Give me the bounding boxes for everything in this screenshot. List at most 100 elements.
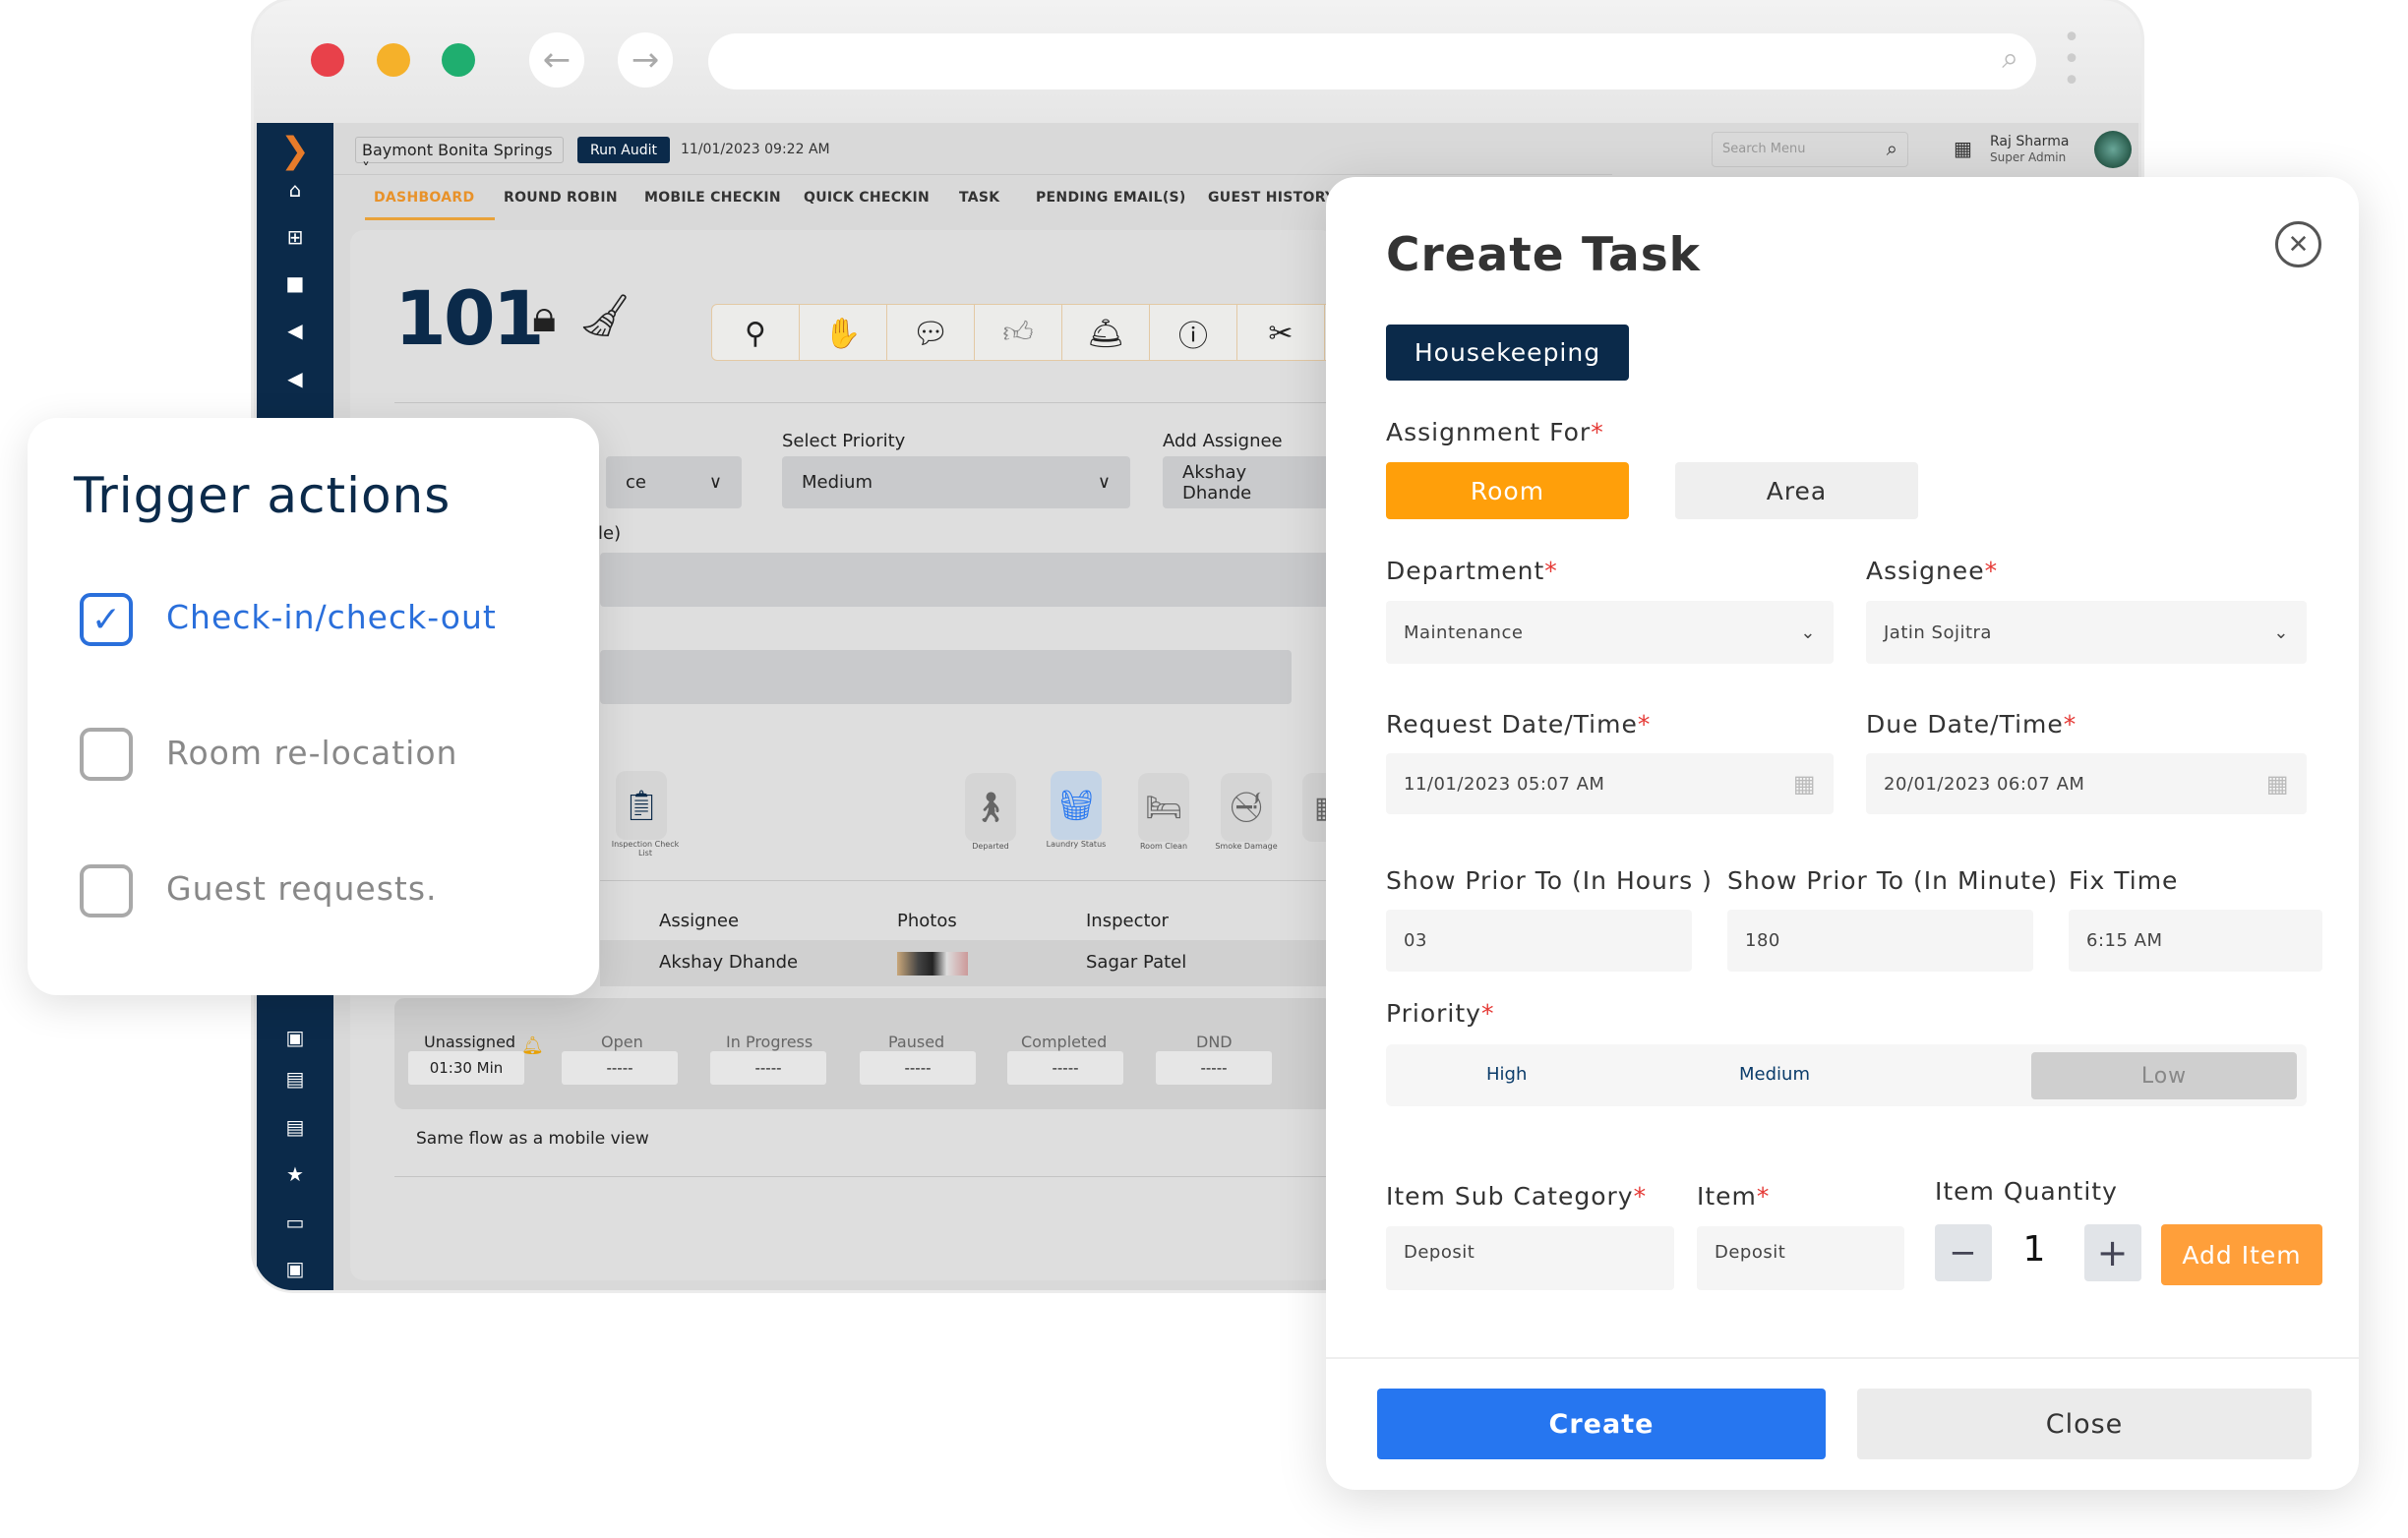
maximize-window-button[interactable]	[442, 43, 475, 77]
tab-mobile-checkin[interactable]: MOBILE CHECKIN	[644, 190, 781, 206]
prior-minutes-input[interactable]: 180	[1727, 910, 2033, 972]
create-task-modal: Create Task ✕ Housekeeping Assignment Fo…	[1326, 177, 2359, 1490]
back-arrow-icon[interactable]: ←	[529, 32, 584, 88]
search-icon: ⌕	[1886, 137, 1897, 160]
image-icon[interactable]: ▣	[257, 1257, 333, 1280]
status-label: In Progress	[726, 1033, 813, 1051]
megaphone-icon[interactable]: ◀	[257, 367, 333, 390]
checkbox-check-in-out[interactable]: ✓	[80, 593, 133, 646]
run-audit-button[interactable]: Run Audit	[577, 137, 670, 163]
laundry-status-label: Laundry Status	[1046, 840, 1107, 849]
department-select[interactable]: ce ∨	[606, 456, 742, 508]
add-item-button[interactable]: Add Item	[2161, 1224, 2322, 1285]
assignment-room-button[interactable]: Room	[1386, 462, 1629, 519]
quantity-value[interactable]: 1	[2015, 1229, 2054, 1270]
minimize-window-button[interactable]	[377, 43, 410, 77]
divider	[600, 880, 1334, 881]
department-select[interactable]: Maintenance ⌄	[1386, 601, 1834, 664]
priority-select[interactable]: Medium ∨	[782, 456, 1130, 508]
property-select[interactable]: Baymont Bonita Springs ˅	[355, 137, 564, 178]
image-icon[interactable]: ▣	[257, 1026, 333, 1049]
rating-icon[interactable]: 👍︎	[975, 305, 1062, 360]
room-action-toolbar: ⚲ ✋ 💬︎ 👍︎ 🛎︎ ⓘ ✂	[711, 304, 1341, 361]
close-button[interactable]: Close	[1857, 1389, 2312, 1459]
trigger-item-label: Check-in/check-out	[166, 598, 497, 636]
due-value: 20/01/2023 06:07 AM	[1884, 773, 2085, 795]
chat-icon[interactable]: 💬︎	[887, 305, 975, 360]
inspection-checklist-button[interactable]: 📋︎ Inspection Check List	[612, 771, 679, 858]
priority-medium-option[interactable]: Medium	[1739, 1064, 1810, 1085]
divider	[333, 174, 1612, 175]
tab-dashboard[interactable]: DASHBOARD	[374, 190, 474, 206]
divider	[394, 1176, 1329, 1177]
smoke-damage-button[interactable]: 🚭︎ Smoke Damage	[1215, 773, 1286, 851]
create-button[interactable]: Create	[1377, 1389, 1826, 1459]
tab-pending-emails[interactable]: PENDING EMAIL(S)	[1036, 190, 1186, 206]
due-datetime-input[interactable]: 20/01/2023 06:07 AM ▦	[1866, 753, 2307, 814]
star-icon[interactable]: ★	[257, 1162, 333, 1186]
add-assignee-label: Add Assignee	[1163, 431, 1283, 451]
room-number: 101	[394, 274, 545, 362]
increase-quantity-button[interactable]: +	[2084, 1224, 2141, 1281]
fix-time-label: Fix Time	[2069, 866, 2179, 895]
tab-task[interactable]: TASK	[959, 190, 999, 206]
priority-label: Priority*	[1386, 999, 1495, 1028]
service-bell-icon[interactable]: 🛎︎	[1062, 305, 1150, 360]
close-window-button[interactable]	[311, 43, 344, 77]
text-field[interactable]	[600, 553, 1334, 607]
departed-button[interactable]: 🚶︎ Departed	[965, 773, 1030, 851]
item-subcategory-input[interactable]: Deposit	[1386, 1226, 1674, 1290]
avatar[interactable]	[2094, 131, 2132, 168]
laundry-status-button[interactable]: 🧺︎ Laundry Status	[1047, 771, 1115, 849]
request-datetime-input[interactable]: 11/01/2023 05:07 AM ▦	[1386, 753, 1834, 814]
priority-low-option[interactable]: Low	[2031, 1052, 2297, 1099]
item-quantity-label: Item Quantity	[1935, 1177, 2118, 1206]
text-field[interactable]	[600, 650, 1292, 704]
calendar-icon[interactable]: ▦	[1793, 770, 1816, 798]
status-value: -----	[710, 1051, 826, 1085]
table-row[interactable]: Akshay Dhande Sagar Patel	[600, 940, 1334, 986]
search-menu-input[interactable]: Search Menu ⌕	[1712, 132, 1908, 167]
partial-label: le)	[598, 523, 622, 544]
priority-value: Medium	[802, 472, 873, 493]
priority-high-option[interactable]: High	[1486, 1064, 1527, 1085]
chevron-down-icon: ⌄	[2273, 621, 2289, 643]
handshake-icon[interactable]: ✋	[800, 305, 887, 360]
decrease-quantity-button[interactable]: −	[1935, 1224, 1992, 1281]
checkbox-room-relocation[interactable]	[80, 728, 133, 781]
assignee-column-header: Assignee	[659, 911, 740, 931]
tools-icon[interactable]: ✂	[1237, 305, 1325, 360]
category-housekeeping-button[interactable]: Housekeeping	[1386, 325, 1629, 381]
close-icon[interactable]: ✕	[2275, 221, 2321, 267]
item-input[interactable]: Deposit	[1697, 1226, 1904, 1290]
forward-arrow-icon[interactable]: →	[618, 32, 673, 88]
tab-quick-checkin[interactable]: QUICK CHECKIN	[804, 190, 930, 206]
assignment-area-button[interactable]: Area	[1675, 462, 1918, 519]
calendar-icon[interactable]: ▦	[2266, 770, 2289, 798]
monitor-icon[interactable]: ▭	[257, 1211, 333, 1234]
logo-icon: ❯	[279, 131, 311, 171]
tab-guest-history[interactable]: GUEST HISTORY	[1208, 190, 1335, 206]
prior-hours-input[interactable]: 03	[1386, 910, 1692, 972]
guest-icon[interactable]: ⚲	[712, 305, 800, 360]
photo-thumbnails[interactable]	[897, 952, 968, 976]
flow-note: Same flow as a mobile view	[416, 1129, 649, 1149]
assignee-select[interactable]: Akshay Dhande	[1163, 456, 1334, 508]
alert-icon[interactable]: ⓘ	[1150, 305, 1237, 360]
clipboard-icon[interactable]: ▤	[257, 1115, 333, 1139]
apps-grid-icon[interactable]: ▦	[1954, 137, 1972, 160]
select-priority-label: Select Priority	[782, 431, 906, 451]
address-bar[interactable]: ⌕	[708, 33, 2036, 89]
tab-round-robin[interactable]: ROUND ROBIN	[504, 190, 618, 206]
briefcase-icon[interactable]: ■	[257, 271, 333, 295]
status-value: -----	[1007, 1051, 1123, 1085]
home-icon[interactable]: ⌂	[257, 178, 333, 202]
checkbox-guest-requests[interactable]	[80, 864, 133, 917]
megaphone-icon[interactable]: ◀	[257, 319, 333, 342]
hierarchy-icon[interactable]: ⊞	[257, 225, 333, 249]
more-vertical-icon[interactable]: • • •	[2062, 24, 2081, 96]
assignee-select[interactable]: Jatin Sojitra ⌄	[1866, 601, 2307, 664]
room-clean-button[interactable]: 🛏︎ Room Clean	[1138, 773, 1203, 851]
clipboard-icon[interactable]: ▤	[257, 1067, 333, 1091]
fix-time-input[interactable]: 6:15 AM	[2069, 910, 2322, 972]
